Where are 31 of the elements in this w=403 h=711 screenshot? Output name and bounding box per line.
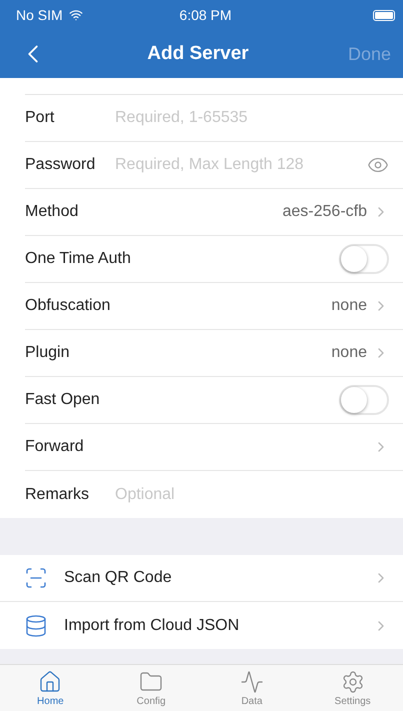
field-label: Forward (25, 438, 85, 456)
wifi-icon (68, 8, 83, 22)
battery-icon (372, 10, 395, 20)
toggle-switch[interactable] (339, 385, 389, 415)
pulse-icon (240, 670, 264, 694)
tab-item[interactable]: Settings (302, 665, 403, 711)
field-label: Method (25, 203, 80, 221)
tab-item[interactable]: Config (100, 665, 202, 711)
tab-item[interactable]: Home (0, 665, 101, 711)
selected-value: aes-256-cfb (282, 203, 367, 221)
toggle-switch[interactable] (339, 244, 389, 274)
field-label: One Time Auth (25, 250, 131, 268)
house-icon (38, 670, 62, 694)
scan-icon (24, 566, 48, 590)
field-label: Obfuscation (25, 297, 112, 315)
folder-icon (139, 670, 164, 694)
selected-value: none (331, 297, 367, 315)
clock-label: 6:08 PM (179, 7, 232, 23)
settings-icon (340, 670, 365, 694)
field-label: Password (25, 156, 96, 174)
field-label: Plugin (25, 344, 70, 362)
field-label: Port (25, 109, 56, 127)
tab-item[interactable]: Data (202, 665, 302, 711)
action-label[interactable]: Scan QR Code (64, 569, 172, 587)
screen-title: Add Server (147, 43, 249, 65)
action-label[interactable]: Import from Cloud JSON (64, 616, 240, 634)
selected-value: none (331, 344, 367, 362)
database-icon (24, 614, 48, 638)
field-label: Fast Open (25, 391, 101, 409)
field-label: Remarks (25, 486, 90, 504)
carrier-label: No SIM (16, 7, 63, 23)
